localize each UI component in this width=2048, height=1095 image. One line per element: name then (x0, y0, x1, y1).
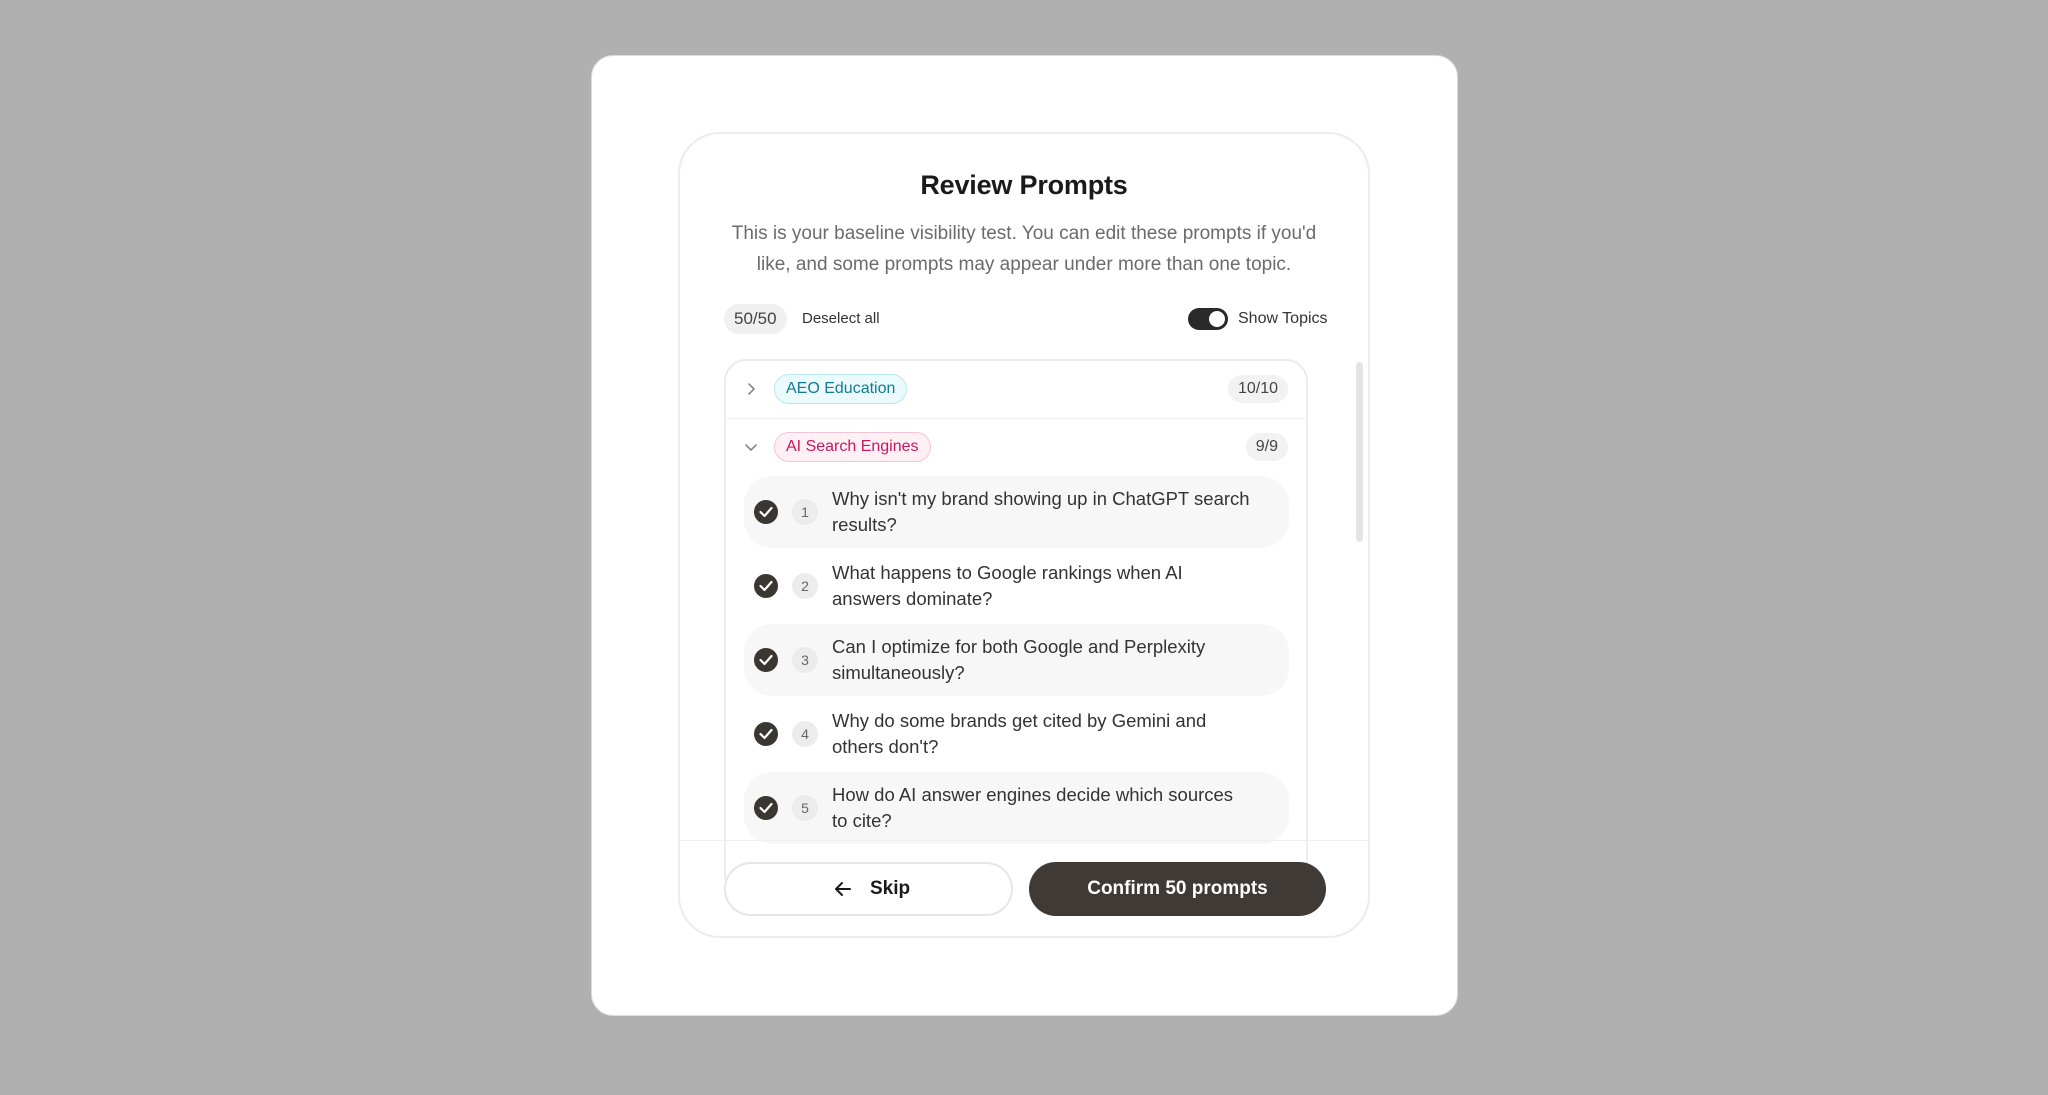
prompt-number: 4 (792, 721, 818, 747)
prompt-item[interactable]: 1 Why isn't my brand showing up in ChatG… (744, 476, 1289, 548)
checkbox-checked-icon[interactable] (754, 722, 778, 746)
prompt-number: 2 (792, 573, 818, 599)
checkbox-checked-icon[interactable] (754, 796, 778, 820)
checkbox-checked-icon[interactable] (754, 500, 778, 524)
prompt-text[interactable]: How do AI answer engines decide which so… (832, 782, 1252, 834)
dialog-title: Review Prompts (920, 170, 1128, 200)
prompt-number: 5 (792, 795, 818, 821)
prompt-text[interactable]: Can I optimize for both Google and Perpl… (832, 634, 1252, 686)
topic-group-ai-search-engines[interactable]: AI Search Engines 9/9 (726, 419, 1306, 477)
prompt-item[interactable]: 3 Can I optimize for both Google and Per… (744, 624, 1289, 696)
prompt-text[interactable]: Why isn't my brand showing up in ChatGPT… (832, 486, 1252, 538)
selected-count-badge: 50/50 (724, 304, 787, 334)
confirm-prompts-button[interactable]: Confirm 50 prompts (1029, 862, 1326, 916)
show-topics-label: Show Topics (1238, 310, 1328, 327)
prompt-item[interactable]: 2 What happens to Google rankings when A… (744, 550, 1289, 622)
prompt-text[interactable]: Why do some brands get cited by Gemini a… (832, 708, 1252, 760)
chevron-down-icon[interactable] (744, 440, 758, 454)
skip-label: Skip (870, 878, 911, 899)
show-topics-toggle[interactable] (1188, 308, 1228, 330)
topic-pill[interactable]: AEO Education (774, 374, 908, 404)
footer-divider (680, 840, 1368, 841)
deselect-all-button[interactable]: Deselect all (802, 304, 880, 334)
topic-count-badge: 9/9 (1245, 433, 1288, 461)
prompt-text[interactable]: What happens to Google rankings when AI … (832, 560, 1252, 612)
prompt-list[interactable]: AEO Education 10/10 AI Search Engines 9/… (724, 359, 1308, 879)
chevron-right-icon[interactable] (744, 382, 758, 396)
topic-group-aeo-education[interactable]: AEO Education 10/10 (726, 361, 1306, 419)
prompt-item[interactable]: 5 How do AI answer engines decide which … (744, 772, 1289, 844)
prompt-number: 3 (792, 647, 818, 673)
topic-count-badge: 10/10 (1227, 375, 1288, 403)
topic-pill[interactable]: AI Search Engines (774, 432, 931, 462)
checkbox-checked-icon[interactable] (754, 648, 778, 672)
arrow-left-icon (834, 881, 852, 903)
review-prompts-dialog: Review Prompts This is your baseline vis… (678, 132, 1370, 938)
scrollbar-thumb[interactable] (1356, 362, 1363, 542)
prompt-number: 1 (792, 499, 818, 525)
skip-button[interactable]: Skip (724, 862, 1013, 916)
checkbox-checked-icon[interactable] (754, 574, 778, 598)
prompt-item[interactable]: 4 Why do some brands get cited by Gemini… (744, 698, 1289, 770)
toggle-knob (1209, 311, 1225, 327)
dialog-subtitle: This is your baseline visibility test. Y… (731, 223, 1317, 275)
